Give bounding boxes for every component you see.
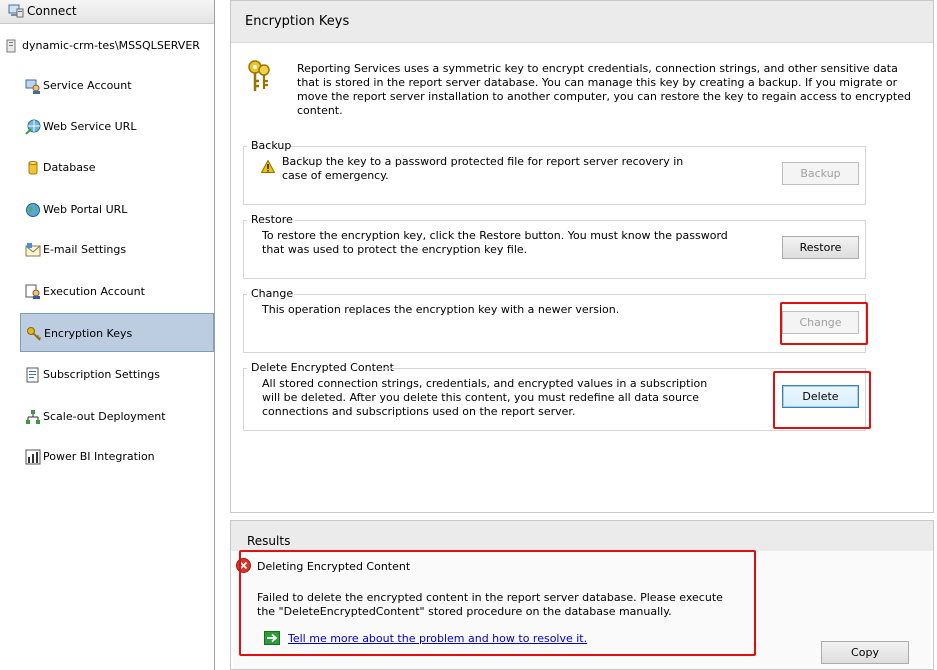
connect-label: Connect xyxy=(27,4,77,18)
service-account-icon xyxy=(25,79,40,94)
copy-button[interactable]: Copy xyxy=(821,641,909,664)
sidebar-item-service-account[interactable]: Service Account xyxy=(20,66,214,105)
database-icon xyxy=(28,161,38,175)
sidebar-item-email-settings[interactable]: E-mail Settings xyxy=(20,230,214,269)
sidebar-item-label: E-mail Settings xyxy=(43,243,127,256)
backup-button[interactable]: Backup xyxy=(782,162,859,185)
scale-out-icon xyxy=(26,410,40,424)
warning-icon xyxy=(261,160,275,173)
sidebar-item-web-service-url[interactable]: Web Service URL xyxy=(20,107,214,146)
delete-description: All stored connection strings, credentia… xyxy=(262,377,708,418)
results-header: Results xyxy=(231,521,933,551)
results-title: Results xyxy=(247,534,291,548)
key-icon xyxy=(27,327,42,341)
sidebar-item-power-bi-integration[interactable]: Power BI Integration xyxy=(20,437,214,476)
keys-icon xyxy=(248,60,270,91)
sidebar-item-web-portal-url[interactable]: Web Portal URL xyxy=(20,190,214,229)
sidebar: Connect dynamic-crm-tes\MSSQLSERVER Serv… xyxy=(0,0,215,670)
sidebar-item-label: Web Service URL xyxy=(43,120,137,133)
backup-description: Backup the key to a password protected f… xyxy=(282,155,684,182)
sidebar-item-scale-out-deployment[interactable]: Scale-out Deployment xyxy=(20,397,214,436)
sidebar-item-label: Power BI Integration xyxy=(43,450,155,463)
connect-icon xyxy=(8,4,24,18)
sidebar-item-label: Database xyxy=(43,161,96,174)
sidebar-item-encryption-keys[interactable]: Encryption Keys xyxy=(20,313,214,352)
restore-button[interactable]: Restore xyxy=(782,236,859,259)
sidebar-item-subscription-settings[interactable]: Subscription Settings xyxy=(20,355,214,394)
sidebar-item-label: Execution Account xyxy=(43,285,145,298)
panel-header: Encryption Keys xyxy=(231,1,933,43)
globe-icon xyxy=(26,203,40,217)
page-title: Encryption Keys xyxy=(245,14,350,29)
change-description: This operation replaces the encryption k… xyxy=(262,303,620,316)
connect-button[interactable]: Connect xyxy=(0,0,214,24)
results-panel: Results Deleting Encrypted Content Faile… xyxy=(230,520,934,670)
email-icon xyxy=(25,243,41,257)
sidebar-item-database[interactable]: Database xyxy=(20,148,214,187)
sidebar-item-label: Web Portal URL xyxy=(43,203,128,216)
power-bi-icon xyxy=(25,449,41,465)
intro-text: Reporting Services uses a symmetric key … xyxy=(297,62,911,117)
server-name: dynamic-crm-tes\MSSQLSERVER xyxy=(22,39,200,52)
subscription-icon xyxy=(26,367,39,383)
server-icon xyxy=(6,39,16,53)
sidebar-item-label: Scale-out Deployment xyxy=(43,410,166,423)
sidebar-item-execution-account[interactable]: Execution Account xyxy=(20,272,214,311)
delete-highlight-box xyxy=(773,371,871,429)
sidebar-item-label: Subscription Settings xyxy=(43,368,160,381)
results-highlight-box xyxy=(239,550,756,656)
web-service-icon xyxy=(25,119,41,135)
sidebar-item-label: Service Account xyxy=(43,79,132,92)
restore-description: To restore the encryption key, click the… xyxy=(262,229,728,256)
encryption-keys-panel: Encryption Keys Reporting Services uses … xyxy=(230,0,934,513)
change-highlight-box xyxy=(780,302,868,345)
execution-account-icon xyxy=(25,284,40,299)
sidebar-item-label: Encryption Keys xyxy=(44,327,133,340)
